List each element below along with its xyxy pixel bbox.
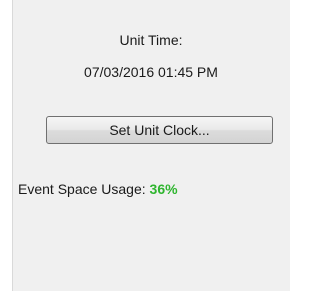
unit-clock-panel: Unit Time: 07/03/2016 01:45 PM Set Unit … — [12, 0, 290, 291]
event-space-usage-label: Event Space Usage: — [18, 181, 146, 197]
set-unit-clock-button[interactable]: Set Unit Clock... — [46, 116, 273, 144]
unit-time-label: Unit Time: — [119, 32, 183, 48]
unit-time-value: 07/03/2016 01:45 PM — [84, 64, 218, 80]
set-unit-clock-button-label: Set Unit Clock... — [109, 122, 210, 138]
event-space-usage-value: 36% — [149, 181, 178, 197]
event-space-usage: Event Space Usage: 36% — [18, 181, 178, 197]
